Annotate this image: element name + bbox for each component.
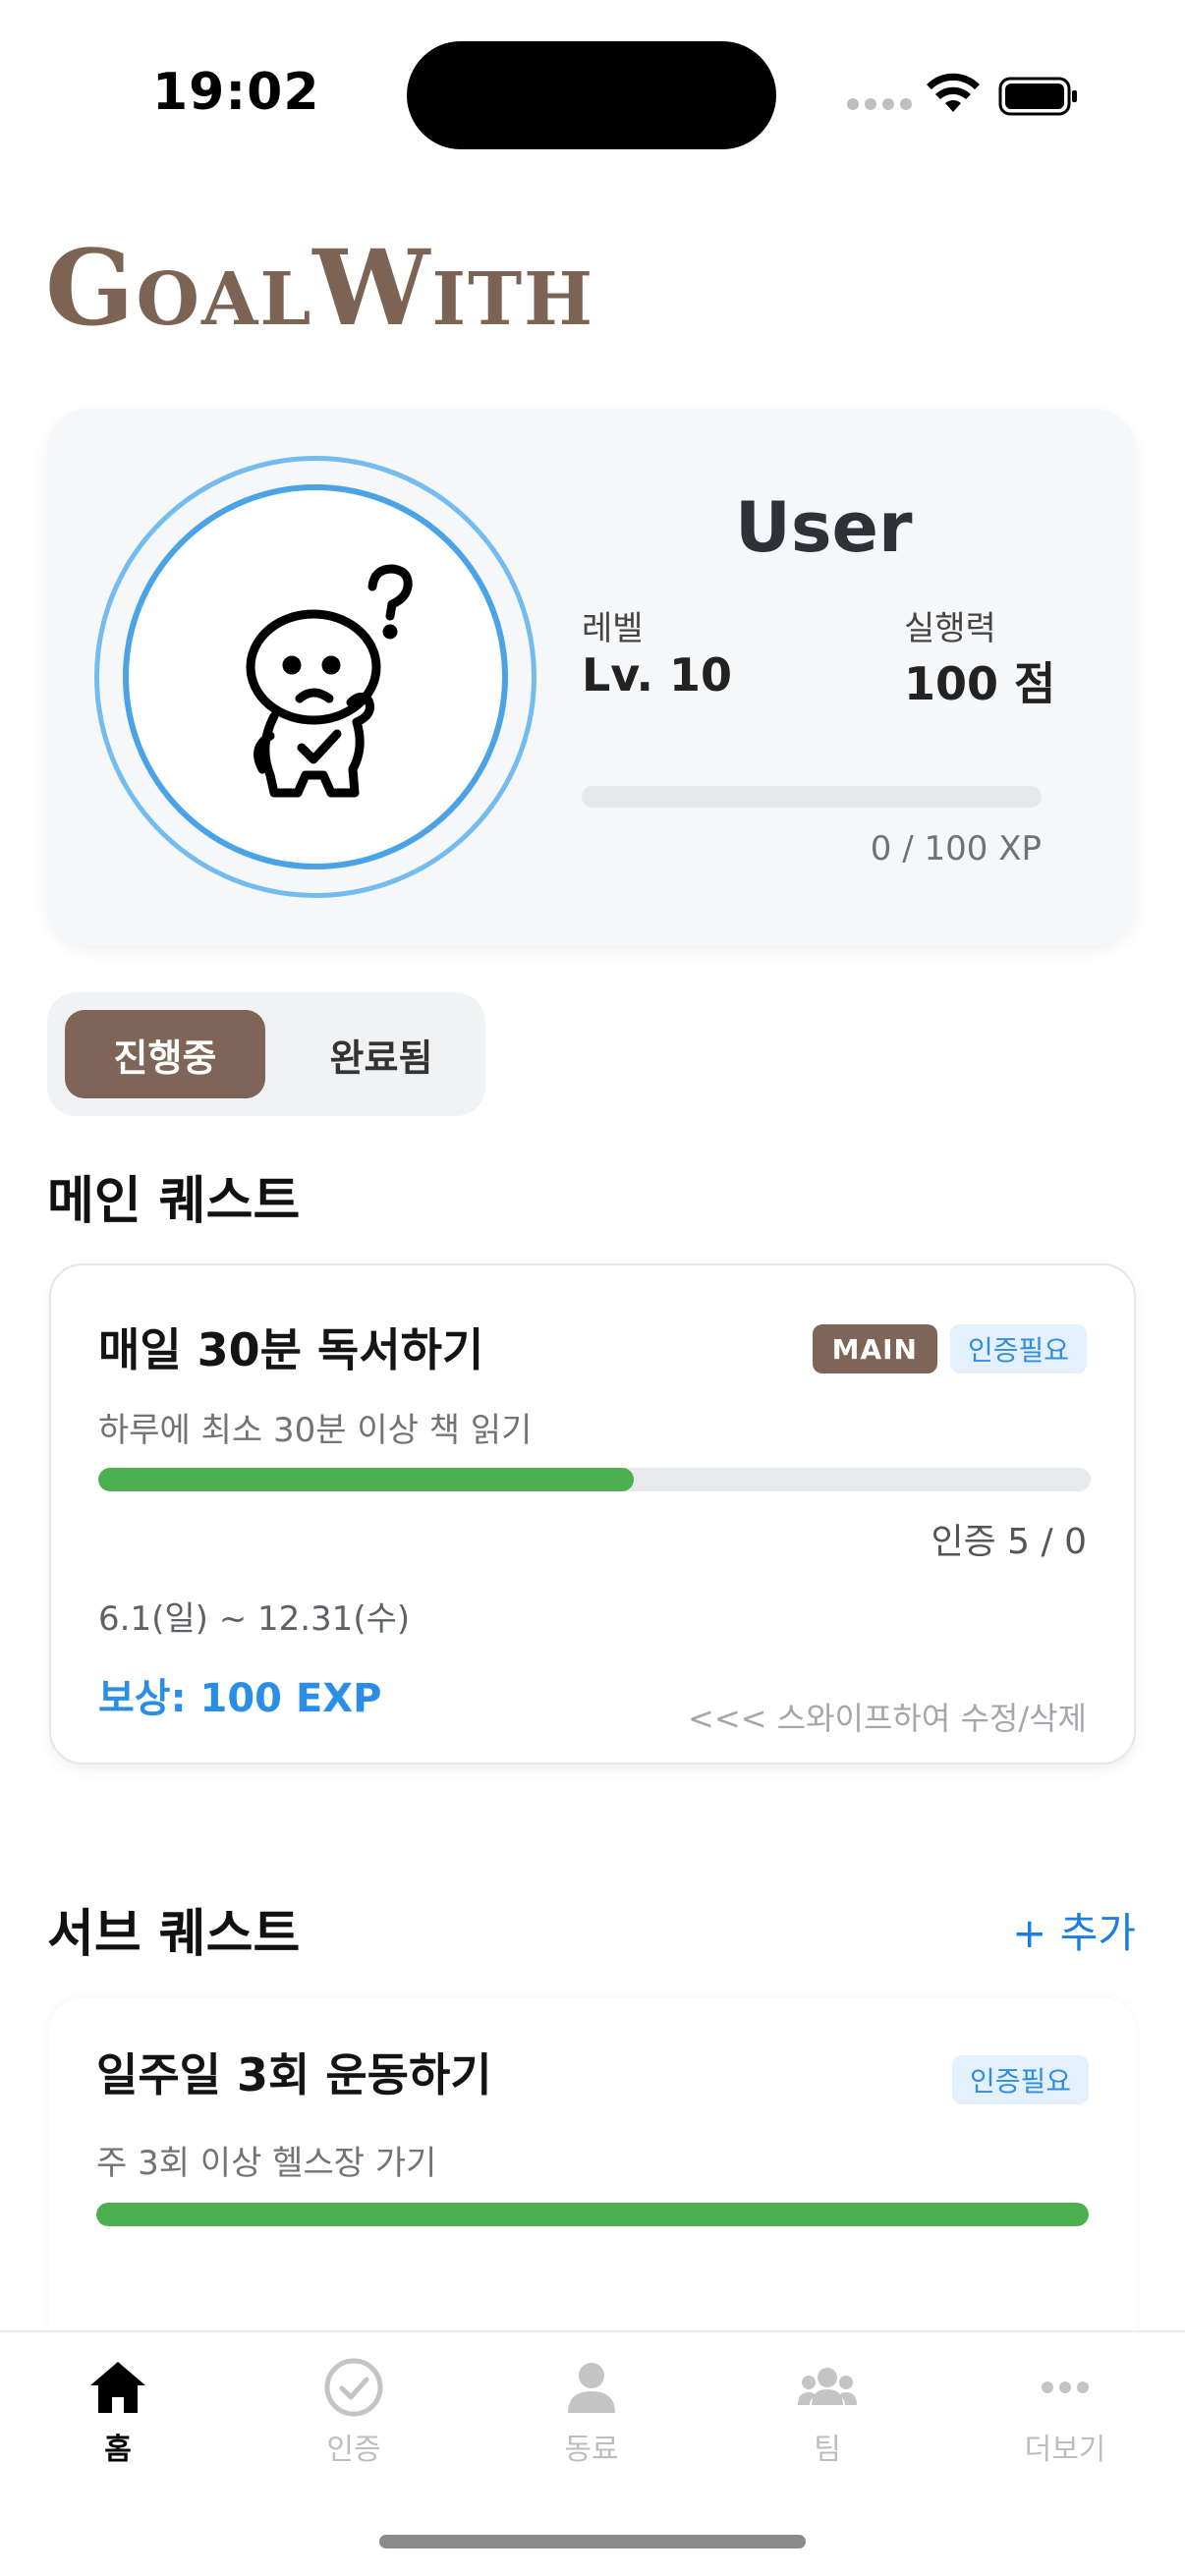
tab-label: 동료	[564, 2433, 619, 2467]
status-segmented-control: 진행중 완료됨	[47, 992, 485, 1116]
level-value: Lv. 10	[582, 648, 733, 701]
avatar[interactable]	[94, 456, 536, 898]
xp-progress-bar	[582, 786, 1042, 808]
swipe-hint: <<< 스와이프하여 수정/삭제	[688, 1700, 1087, 1737]
sub-quest-heading: 서브 퀘스트	[47, 1905, 301, 1964]
certification-required-badge: 인증필요	[949, 1324, 1087, 1373]
thinking-character-icon	[246, 564, 413, 798]
more-icon	[1042, 2381, 1089, 2393]
quest-progress-bar	[98, 1468, 1091, 1491]
tab-label: 팀	[814, 2433, 841, 2467]
tab-home[interactable]: 홈	[39, 2356, 197, 2468]
quest-progress-bar	[96, 2203, 1089, 2226]
add-sub-quest-button[interactable]: + 추가	[1012, 1900, 1136, 1960]
dynamic-island	[407, 41, 776, 149]
tab-label: 더보기	[1024, 2433, 1106, 2467]
main-quest-heading: 메인 퀘스트	[47, 1172, 301, 1231]
xp-text: 0 / 100 XP	[870, 829, 1042, 868]
certification-count: 인증 5 / 0	[931, 1522, 1087, 1562]
tab-label: 홈	[104, 2433, 132, 2467]
tab-colleagues[interactable]: 동료	[513, 2356, 670, 2468]
quest-title: 매일 30분 독서하기	[98, 1323, 484, 1376]
level-label: 레벨	[582, 609, 644, 648]
tab-team[interactable]: 팀	[749, 2356, 906, 2468]
quest-title: 일주일 3회 운동하기	[96, 2048, 492, 2101]
tab-more[interactable]: 더보기	[987, 2356, 1144, 2468]
profile-card: User 레벨 Lv. 10 실행력 100 점 0 / 100 XP	[47, 409, 1136, 945]
quest-description: 주 3회 이상 헬스장 가기	[96, 2144, 437, 2183]
main-badge: MAIN	[812, 1324, 937, 1373]
status-time: 19:02	[152, 63, 320, 122]
home-icon	[90, 2362, 145, 2413]
user-name: User	[735, 487, 913, 568]
group-icon	[798, 2368, 857, 2405]
status-bar: 19:02	[0, 0, 1185, 187]
tab-certification[interactable]: 인증	[275, 2356, 432, 2468]
skill-value: 100 점	[904, 657, 1056, 710]
person-icon	[568, 2363, 615, 2413]
segment-in-progress[interactable]: 진행중	[65, 1010, 265, 1098]
wifi-icon	[927, 73, 980, 112]
main-quest-card[interactable]: 매일 30분 독서하기 MAIN 인증필요 하루에 최소 30분 이상 책 읽기…	[49, 1263, 1136, 1764]
quest-reward: 보상: 100 EXP	[98, 1676, 382, 1721]
cellular-signal-icon	[847, 98, 912, 110]
quest-date-range: 6.1(일) ~ 12.31(수)	[98, 1599, 411, 1639]
app-logo: GoalWith	[45, 226, 595, 349]
home-indicator	[379, 2535, 806, 2548]
skill-label: 실행력	[904, 609, 996, 648]
certification-required-badge: 인증필요	[951, 2055, 1089, 2104]
tab-label: 인증	[326, 2433, 381, 2467]
segment-completed[interactable]: 완료됨	[293, 1010, 470, 1098]
battery-icon	[998, 77, 1077, 116]
check-circle-icon	[324, 2358, 383, 2417]
quest-description: 하루에 최소 30분 이상 책 읽기	[98, 1411, 533, 1450]
